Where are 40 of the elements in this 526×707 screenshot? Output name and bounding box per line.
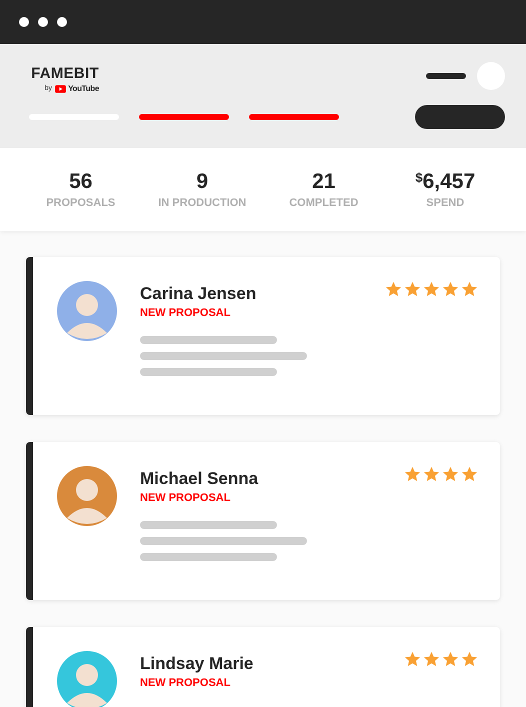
stat-label: IN PRODUCTION: [158, 197, 246, 209]
stat-label: COMPLETED: [289, 197, 358, 209]
star-icon: [442, 281, 459, 298]
star-icon: [461, 466, 478, 483]
star-icon: [461, 281, 478, 298]
nav-tab-bar[interactable]: [249, 114, 339, 120]
star-icon: [423, 281, 440, 298]
star-icon: [461, 651, 478, 668]
action-button[interactable]: [415, 105, 505, 129]
brand-text: YouTube: [68, 84, 99, 93]
window-dot-icon: [19, 17, 29, 27]
stat-value: 56: [69, 170, 92, 194]
star-icon: [442, 466, 459, 483]
menu-bar[interactable]: [426, 73, 466, 79]
star-icon: [404, 651, 421, 668]
stat-label: PROPOSALS: [46, 197, 116, 209]
window-dot-icon: [38, 17, 48, 27]
star-icon: [423, 466, 440, 483]
logo-text: FAMEBIT: [31, 65, 99, 82]
play-icon: [55, 84, 66, 92]
stat-value: 21: [312, 170, 336, 194]
star-icon: [442, 651, 459, 668]
status-label: NEW PROPOSAL: [140, 307, 232, 319]
status-label: NEW PROPOSAL: [140, 492, 232, 504]
stat-value: 9: [196, 170, 208, 194]
proposal-card[interactable]: Michael Senna NEW PROPOSAL: [26, 442, 500, 600]
proposal-card[interactable]: Lindsay Marie NEW PROPOSAL: [26, 627, 500, 707]
person-name: Carina Jensen: [140, 284, 258, 304]
star-icon: [404, 466, 421, 483]
person-name: Lindsay Marie: [140, 654, 254, 674]
star-icon: [385, 281, 402, 298]
stat-value: $^{$}$6,457: [415, 170, 476, 194]
proposal-card[interactable]: Carina Jensen NEW PROPOSAL: [26, 257, 500, 415]
star-icon: [423, 651, 440, 668]
status-label: NEW PROPOSAL: [140, 677, 232, 689]
person-name: Michael Senna: [140, 469, 260, 489]
nav-tab-bar[interactable]: [139, 114, 229, 120]
star-icon: [404, 281, 421, 298]
window-dot-icon: [57, 17, 67, 27]
stat-label: SPEND: [426, 197, 464, 209]
